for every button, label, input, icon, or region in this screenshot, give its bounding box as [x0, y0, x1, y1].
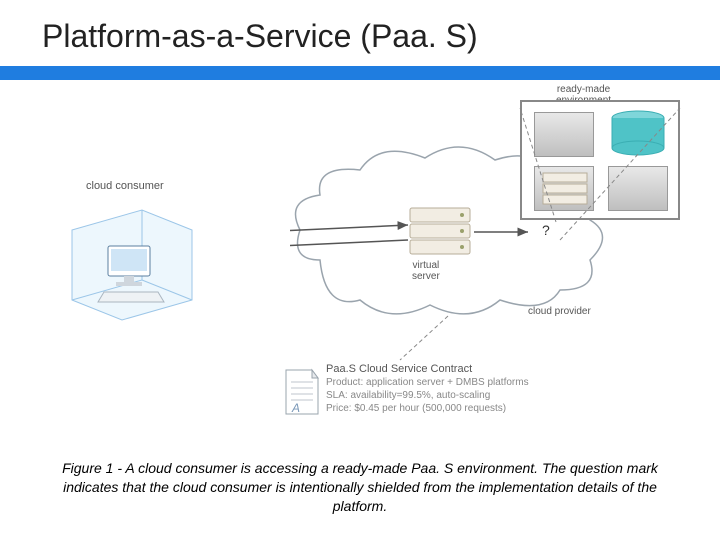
label-cloud-provider: cloud provider	[528, 306, 591, 317]
document-icon: A	[282, 368, 322, 420]
database-cylinder-icon	[608, 110, 668, 155]
env-component-box	[608, 166, 668, 211]
label-virtual-server: virtual server	[412, 260, 440, 282]
env-component-server	[534, 166, 594, 211]
accent-bar	[0, 66, 720, 80]
page-title: Platform-as-a-Service (Paa. S)	[42, 18, 478, 55]
contract-document: A Paa.S Cloud Service Contract Product: …	[282, 362, 612, 432]
question-mark-icon: ?	[542, 222, 550, 238]
contract-line-sla: SLA: availability=99.5%, auto-scaling	[326, 389, 529, 402]
contract-line-price: Price: $0.45 per hour (500,000 requests)	[326, 402, 529, 415]
ready-made-environment-box	[520, 100, 680, 220]
contract-line-product: Product: application server + DMBS platf…	[326, 376, 529, 389]
figure-caption: Figure 1 - A cloud consumer is accessing…	[54, 459, 666, 516]
label-cloud-consumer: cloud consumer	[86, 180, 164, 192]
contract-heading: Paa.S Cloud Service Contract	[326, 362, 529, 376]
consumer-box	[62, 200, 192, 320]
svg-text:A: A	[291, 401, 300, 415]
env-component-box	[534, 112, 594, 157]
